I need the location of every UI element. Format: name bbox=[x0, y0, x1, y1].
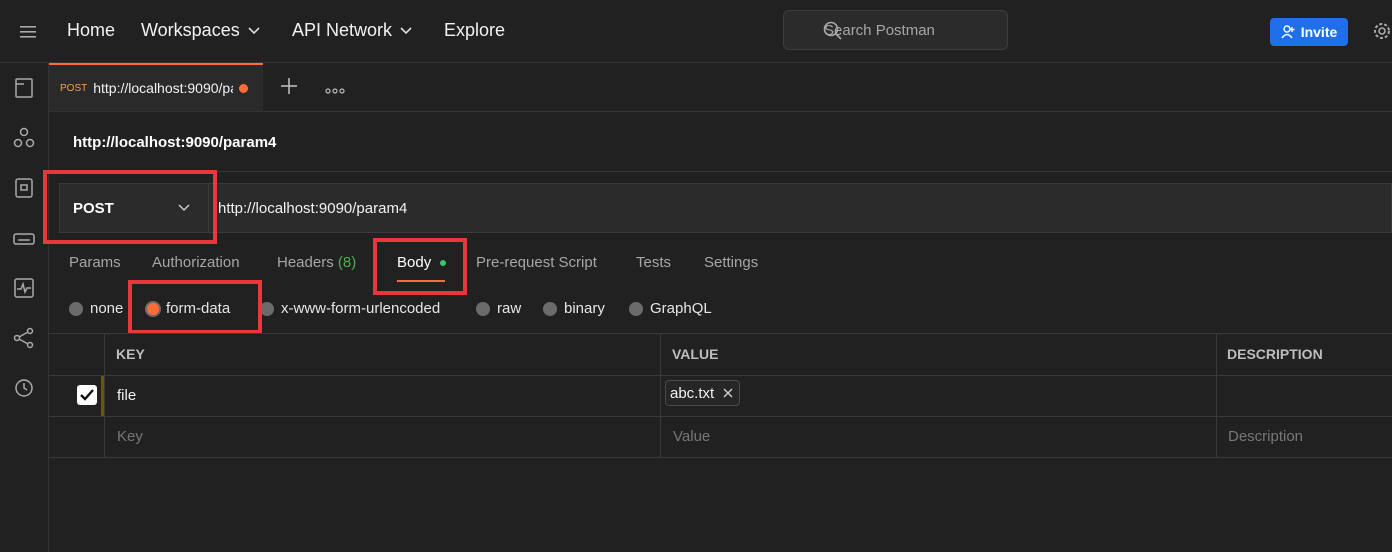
tab-prerequest-script[interactable]: Pre-request Script bbox=[476, 254, 597, 271]
tab-url: http://localhost:9090/param4 bbox=[93, 80, 233, 96]
add-user-icon bbox=[1281, 25, 1295, 39]
radio-binary[interactable]: binary bbox=[543, 300, 605, 317]
highlight-body-tab bbox=[373, 238, 467, 295]
chevron-down-icon bbox=[400, 26, 412, 34]
request-title[interactable]: http://localhost:9090/param4 bbox=[73, 134, 276, 151]
file-chip[interactable]: abc.txt bbox=[665, 380, 741, 406]
table-border-bottom bbox=[49, 457, 1392, 458]
row-checkbox[interactable] bbox=[77, 385, 97, 405]
headers-count-badge: (8) bbox=[337, 254, 357, 271]
file-name: abc.txt bbox=[670, 384, 715, 402]
nav-home-label: Home bbox=[67, 20, 116, 40]
tab-params[interactable]: Params bbox=[69, 254, 121, 271]
column-divider bbox=[660, 333, 661, 458]
more-tabs-icon[interactable] bbox=[325, 82, 345, 98]
nav-api-network[interactable]: API Network bbox=[292, 20, 412, 41]
radio-raw[interactable]: raw bbox=[476, 300, 521, 317]
radio-circle bbox=[260, 301, 274, 316]
radio-graphql[interactable]: GraphQL bbox=[629, 300, 712, 317]
invite-button[interactable]: Invite bbox=[1270, 18, 1348, 46]
radio-circle bbox=[543, 301, 557, 316]
nav-api-network-label: API Network bbox=[292, 20, 393, 40]
collections-icon[interactable] bbox=[12, 76, 36, 100]
radio-none[interactable]: none bbox=[69, 300, 123, 317]
monitors-icon[interactable] bbox=[12, 276, 36, 300]
nav-explore[interactable]: Explore bbox=[444, 20, 505, 41]
flows-icon[interactable] bbox=[12, 326, 36, 350]
table-border-top bbox=[49, 333, 1392, 334]
menu-icon[interactable] bbox=[20, 25, 36, 38]
divider bbox=[49, 171, 1392, 172]
apis-icon[interactable] bbox=[12, 126, 36, 150]
column-header-description: DESCRIPTION bbox=[1227, 346, 1323, 362]
radio-circle bbox=[69, 301, 83, 316]
radio-graphql-label: GraphQL bbox=[650, 300, 712, 317]
radio-urlencoded-label: x-www-form-urlencoded bbox=[281, 300, 441, 317]
row-indicator bbox=[101, 376, 104, 416]
radio-raw-label: raw bbox=[497, 300, 522, 317]
nav-explore-label: Explore bbox=[444, 20, 506, 40]
table-border bbox=[49, 416, 1392, 417]
mock-servers-icon[interactable] bbox=[12, 226, 36, 250]
new-tab-icon[interactable] bbox=[280, 77, 298, 98]
environments-icon[interactable] bbox=[12, 176, 36, 200]
value-placeholder-input[interactable]: Value bbox=[673, 428, 710, 445]
unsaved-dot-icon bbox=[239, 83, 249, 93]
close-icon[interactable] bbox=[723, 388, 733, 398]
key-placeholder-input[interactable]: Key bbox=[117, 428, 143, 445]
tab-method: POST bbox=[60, 82, 88, 94]
radio-urlencoded[interactable]: x-www-form-urlencoded bbox=[260, 300, 440, 317]
column-divider bbox=[1216, 333, 1217, 458]
checkmark-icon bbox=[80, 389, 94, 401]
history-icon[interactable] bbox=[12, 376, 36, 400]
highlight-method bbox=[43, 170, 217, 244]
nav-workspaces-label: Workspaces bbox=[141, 20, 240, 40]
search-input[interactable]: Search Postman bbox=[783, 10, 1008, 50]
column-divider bbox=[104, 333, 105, 458]
column-header-value: VALUE bbox=[672, 346, 719, 362]
radio-none-label: none bbox=[90, 300, 124, 317]
description-placeholder-input[interactable]: Description bbox=[1228, 428, 1303, 445]
column-header-key: KEY bbox=[116, 346, 145, 362]
tab-headers-label: Headers bbox=[277, 254, 334, 271]
radio-binary-label: binary bbox=[564, 300, 605, 317]
url-value: http://localhost:9090/param4 bbox=[218, 199, 408, 217]
gear-icon[interactable] bbox=[1372, 21, 1392, 44]
row-key-input[interactable]: file bbox=[117, 387, 136, 404]
search-icon bbox=[823, 21, 843, 44]
table-border bbox=[49, 375, 1392, 376]
nav-home[interactable]: Home bbox=[67, 20, 115, 41]
radio-circle bbox=[476, 301, 490, 316]
tab-authorization[interactable]: Authorization bbox=[152, 254, 240, 271]
invite-label: Invite bbox=[1300, 24, 1338, 40]
tab-tests[interactable]: Tests bbox=[636, 254, 671, 271]
radio-circle bbox=[629, 301, 643, 316]
nav-workspaces[interactable]: Workspaces bbox=[141, 20, 260, 41]
url-input[interactable]: http://localhost:9090/param4 bbox=[208, 183, 1392, 233]
request-tab[interactable]: POST http://localhost:9090/param4 bbox=[49, 63, 263, 111]
tab-headers[interactable]: Headers (8) bbox=[277, 254, 356, 271]
highlight-form-data bbox=[128, 280, 262, 334]
chevron-down-icon bbox=[248, 26, 260, 34]
tab-settings[interactable]: Settings bbox=[704, 254, 758, 271]
